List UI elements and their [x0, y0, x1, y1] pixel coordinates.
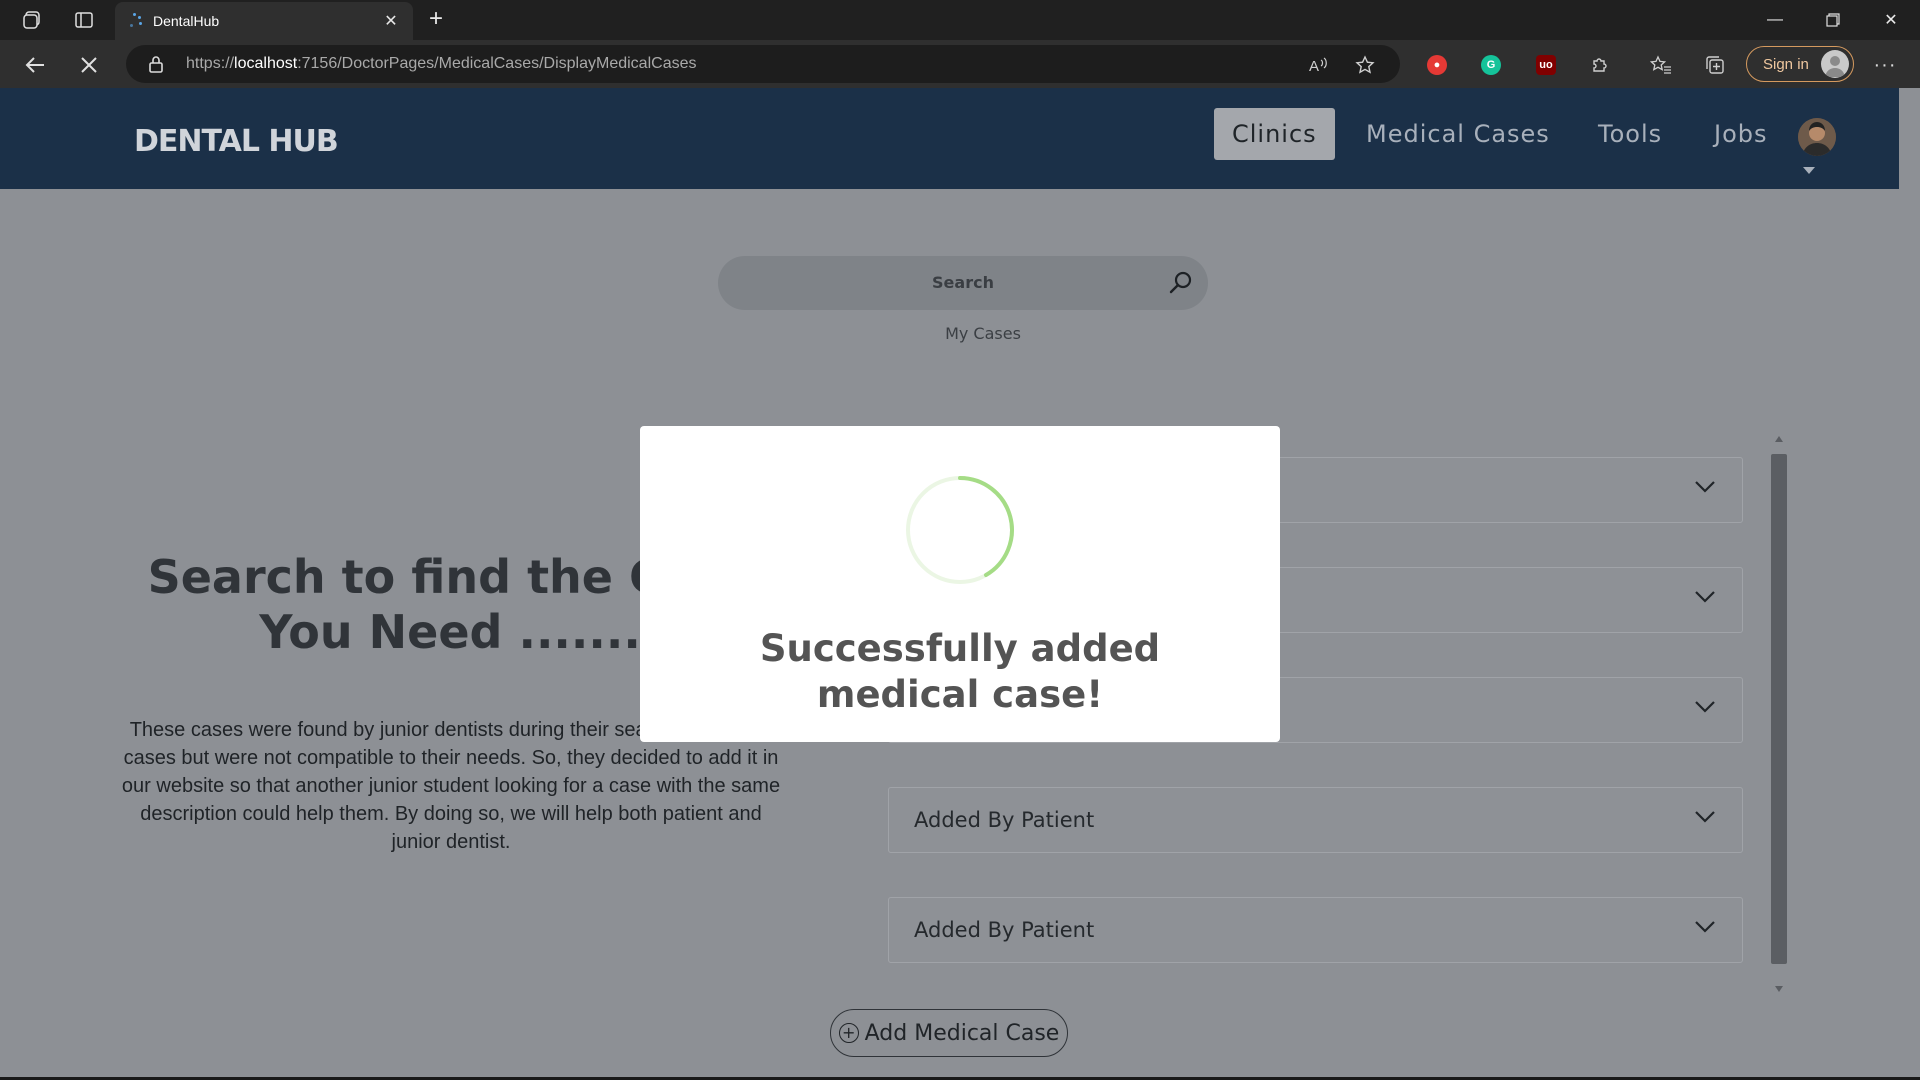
success-modal: Successfully added medical case!	[640, 426, 1280, 742]
add-medical-case-label: Add Medical Case	[864, 1020, 1060, 1046]
loading-favicon-icon	[127, 13, 143, 29]
page-scrollbar[interactable]	[1899, 88, 1920, 1080]
case-label: Added By Patient	[914, 918, 1095, 942]
nav-medical-cases[interactable]: Medical Cases	[1348, 108, 1568, 160]
favorite-star-icon[interactable]	[1352, 52, 1378, 78]
nav-jobs[interactable]: Jobs	[1696, 108, 1786, 160]
collections-icon[interactable]	[1702, 52, 1728, 78]
tab-title: DentalHub	[153, 13, 220, 29]
url-scheme: https://	[186, 55, 235, 72]
user-avatar[interactable]	[1798, 118, 1836, 156]
workspaces-icon[interactable]	[18, 6, 46, 34]
close-window-icon[interactable]: ✕	[1862, 0, 1920, 40]
case-accordion-4[interactable]: Added By Patient	[888, 787, 1743, 853]
scroll-up-arrow-icon[interactable]	[1775, 436, 1783, 442]
url-host: localhost	[234, 55, 298, 72]
chevron-down-icon[interactable]	[1694, 590, 1716, 609]
add-medical-case-button[interactable]: + Add Medical Case	[830, 1009, 1068, 1057]
extension-red-icon[interactable]: ●	[1427, 55, 1447, 75]
chevron-down-icon[interactable]	[1694, 700, 1716, 719]
site-header: DENTAL HUB Clinics Medical Cases Tools J…	[0, 88, 1899, 189]
ublock-icon[interactable]: uo	[1536, 55, 1556, 75]
favorites-icon[interactable]	[1648, 52, 1674, 78]
extensions-puzzle-icon[interactable]	[1587, 52, 1613, 78]
address-bar[interactable]: https://localhost:7156/DoctorPages/Medic…	[126, 45, 1400, 83]
stop-loading-icon[interactable]	[74, 50, 104, 80]
restore-icon[interactable]	[1804, 0, 1862, 40]
modal-message: Successfully added medical case!	[759, 627, 1161, 716]
sign-in-button[interactable]: Sign in	[1746, 46, 1854, 82]
chevron-down-icon[interactable]	[1694, 480, 1716, 499]
url-text[interactable]: https://localhost:7156/DoctorPages/Medic…	[186, 55, 696, 73]
case-accordion-5[interactable]: Added By Patient	[888, 897, 1743, 963]
minimize-icon[interactable]: —	[1746, 0, 1804, 40]
nav-tools[interactable]: Tools	[1580, 108, 1680, 160]
cases-scrollbar[interactable]	[1770, 436, 1788, 992]
url-path: :7156/DoctorPages/MedicalCases/DisplayMe…	[297, 55, 697, 72]
tab-actions-icon[interactable]	[70, 6, 98, 34]
tab-dentalhub[interactable]: DentalHub ✕	[115, 2, 413, 40]
sign-in-label: Sign in	[1763, 55, 1809, 73]
svg-text:A: A	[1309, 58, 1319, 74]
scroll-down-arrow-icon[interactable]	[1775, 986, 1783, 992]
profile-avatar-icon	[1821, 50, 1849, 78]
back-icon[interactable]	[20, 50, 50, 80]
close-tab-icon[interactable]: ✕	[381, 11, 401, 31]
search-icon[interactable]	[1168, 270, 1194, 301]
user-menu-caret-icon[interactable]	[1803, 167, 1815, 174]
lock-icon[interactable]	[148, 55, 164, 78]
browser-tab-bar: DentalHub ✕ + — ✕	[0, 0, 1920, 40]
chevron-down-icon[interactable]	[1694, 920, 1716, 939]
read-aloud-icon[interactable]: A	[1306, 52, 1332, 78]
plus-circle-icon: +	[838, 1023, 859, 1043]
nav-clinics[interactable]: Clinics	[1214, 108, 1335, 160]
case-label: Added By Patient	[914, 808, 1095, 832]
more-options-icon[interactable]: ···	[1872, 52, 1898, 78]
grammarly-icon[interactable]: G	[1481, 55, 1501, 75]
chevron-down-icon[interactable]	[1694, 810, 1716, 829]
search-input[interactable]: Search	[718, 256, 1208, 310]
my-cases-link[interactable]: My Cases	[900, 324, 1066, 343]
search-placeholder: Search	[932, 273, 994, 292]
dentalhub-logo[interactable]: DENTAL HUB	[134, 124, 339, 159]
new-tab-icon[interactable]: +	[422, 6, 450, 34]
loading-spinner-icon	[906, 476, 1014, 584]
browser-toolbar: https://localhost:7156/DoctorPages/Medic…	[0, 40, 1920, 88]
scroll-thumb[interactable]	[1771, 454, 1787, 964]
